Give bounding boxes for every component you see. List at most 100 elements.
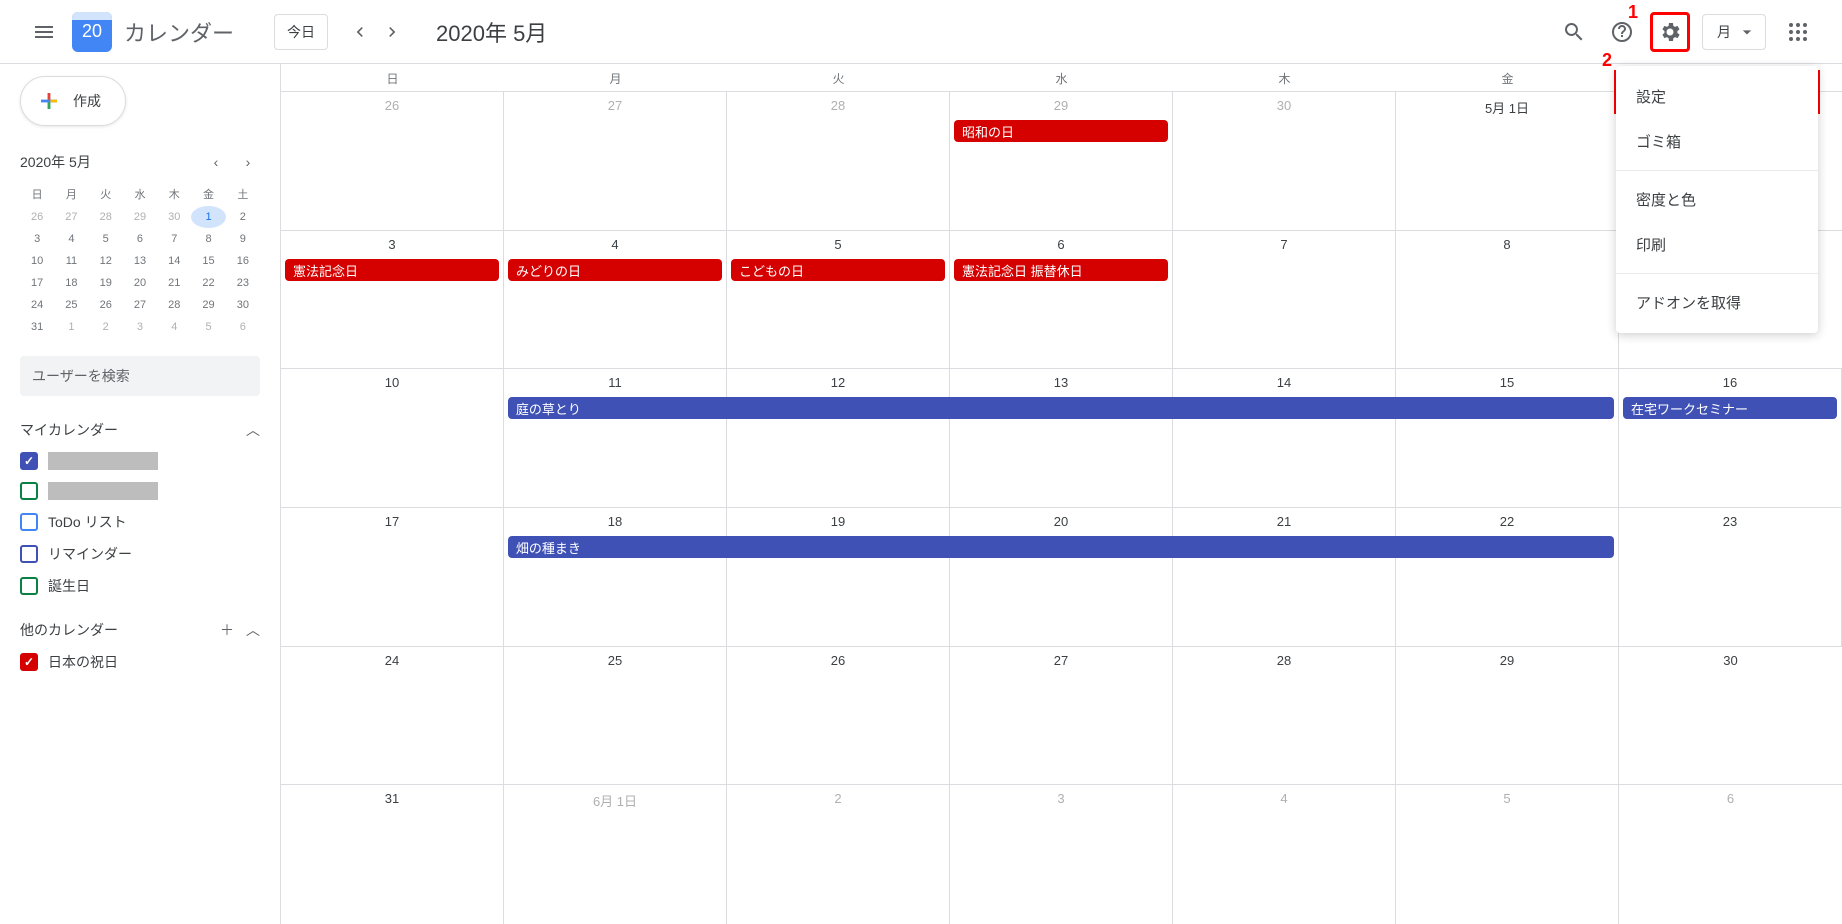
day-cell[interactable]: 27	[504, 92, 727, 230]
calendar-item-user1[interactable]	[20, 452, 260, 470]
calendar-logo-icon: 20	[72, 12, 112, 52]
day-cell[interactable]: 17	[281, 508, 504, 646]
app-name: カレンダー	[124, 16, 234, 48]
mini-cal-title: 2020年 5月	[20, 152, 91, 172]
event-seminar[interactable]: 在宅ワークセミナー	[1623, 397, 1837, 419]
mini-next-button[interactable]: ›	[236, 150, 260, 174]
day-cell[interactable]: 4	[1173, 785, 1396, 924]
plus-icon	[37, 89, 61, 113]
redacted-name	[48, 482, 158, 500]
day-cell[interactable]: 23	[1619, 508, 1842, 646]
day-cell[interactable]: 18	[504, 508, 727, 646]
day-cell[interactable]: 29	[1396, 647, 1619, 785]
day-cell[interactable]: 13	[950, 369, 1173, 507]
week-row: 31 6月 1日 2 3 4 5 6	[281, 785, 1842, 924]
menu-item-trash[interactable]: ゴミ箱	[1616, 119, 1818, 164]
help-icon	[1610, 20, 1634, 44]
my-calendars-header[interactable]: マイカレンダー ︿	[20, 420, 260, 440]
menu-item-settings[interactable]: 設定	[1616, 74, 1818, 119]
search-button[interactable]	[1554, 12, 1594, 52]
gear-icon	[1658, 20, 1682, 44]
event-gardening[interactable]: 庭の草とり	[508, 397, 1615, 419]
day-cell[interactable]: 5月 1日	[1396, 92, 1619, 230]
calendar-item-birthday[interactable]: 誕生日	[20, 576, 260, 596]
settings-button[interactable]	[1650, 12, 1690, 52]
checkbox-icon[interactable]	[20, 513, 38, 531]
checkbox-icon[interactable]	[20, 482, 38, 500]
day-cell[interactable]: 26	[281, 92, 504, 230]
google-apps-button[interactable]	[1778, 12, 1818, 52]
calendar-item-jp-holiday[interactable]: 日本の祝日	[20, 652, 260, 672]
day-cell[interactable]: 27	[950, 647, 1173, 785]
checkbox-icon[interactable]	[20, 577, 38, 595]
day-cell[interactable]: 3 憲法記念日	[281, 231, 504, 369]
day-cell[interactable]: 3	[950, 785, 1173, 924]
current-date-label: 2020年 5月	[436, 16, 547, 48]
menu-item-density[interactable]: 密度と色	[1616, 177, 1818, 222]
day-cell[interactable]: 24	[281, 647, 504, 785]
week-row: 26 27 28 29 昭和の日 30 5月 1日 2	[281, 92, 1842, 231]
event-holiday[interactable]: 憲法記念日	[285, 259, 499, 281]
menu-item-addons[interactable]: アドオンを取得	[1616, 280, 1818, 325]
annotation-1: 1	[1628, 2, 1638, 23]
add-calendar-button[interactable]: ＋	[220, 620, 234, 640]
chevron-right-icon	[382, 22, 402, 42]
mini-prev-button[interactable]: ‹	[204, 150, 228, 174]
event-seeding[interactable]: 畑の種まき	[508, 536, 1615, 558]
day-cell[interactable]: 6月 1日	[504, 785, 727, 924]
day-cell[interactable]: 28	[727, 92, 950, 230]
next-month-button[interactable]	[376, 16, 408, 48]
day-cell[interactable]: 25	[504, 647, 727, 785]
prev-month-button[interactable]	[344, 16, 376, 48]
day-cell[interactable]: 28	[1173, 647, 1396, 785]
checkbox-icon[interactable]	[20, 452, 38, 470]
day-cell[interactable]: 11	[504, 369, 727, 507]
my-calendars-list: ToDo リスト リマインダー 誕生日	[20, 452, 260, 596]
day-cell[interactable]: 7	[1173, 231, 1396, 369]
week-row: 10 11 12 13 14 15 16 在宅ワークセミナー 庭の草とり	[281, 369, 1842, 508]
day-cell[interactable]: 22	[1396, 508, 1619, 646]
create-button[interactable]: 作成	[20, 76, 126, 126]
other-calendars-header[interactable]: 他のカレンダー ＋︿	[20, 620, 260, 640]
day-cell[interactable]: 30	[1173, 92, 1396, 230]
mini-calendar[interactable]: 日月火水木金土 262728293012 3456789 10111213141…	[20, 182, 260, 338]
today-button[interactable]: 今日	[274, 14, 328, 50]
day-cell[interactable]: 8	[1396, 231, 1619, 369]
event-holiday[interactable]: みどりの日	[508, 259, 722, 281]
day-cell[interactable]: 12	[727, 369, 950, 507]
day-cell[interactable]: 29 昭和の日	[950, 92, 1173, 230]
day-cell[interactable]: 10	[281, 369, 504, 507]
calendar-item-todo[interactable]: ToDo リスト	[20, 512, 260, 532]
annotation-2: 2	[1602, 50, 1612, 71]
week-row: 17 18 19 20 21 22 23 畑の種まき	[281, 508, 1842, 647]
search-people-input[interactable]: ユーザーを検索	[20, 356, 260, 396]
calendar-item-user2[interactable]	[20, 482, 260, 500]
day-cell[interactable]: 5	[1396, 785, 1619, 924]
day-cell[interactable]: 31	[281, 785, 504, 924]
event-holiday[interactable]: 憲法記念日 振替休日	[954, 259, 1168, 281]
checkbox-icon[interactable]	[20, 653, 38, 671]
day-cell[interactable]: 2	[727, 785, 950, 924]
day-cell[interactable]: 19	[727, 508, 950, 646]
menu-item-print[interactable]: 印刷	[1616, 222, 1818, 267]
caret-down-icon	[1737, 22, 1757, 42]
day-cell[interactable]: 5 こどもの日	[727, 231, 950, 369]
event-holiday[interactable]: こどもの日	[731, 259, 945, 281]
day-cell[interactable]: 14	[1173, 369, 1396, 507]
day-cell[interactable]: 15	[1396, 369, 1619, 507]
settings-dropdown-menu: 設定 ゴミ箱 密度と色 印刷 アドオンを取得	[1616, 66, 1818, 333]
event-holiday[interactable]: 昭和の日	[954, 120, 1168, 142]
day-cell[interactable]: 16 在宅ワークセミナー	[1619, 369, 1842, 507]
day-cell[interactable]: 6 憲法記念日 振替休日	[950, 231, 1173, 369]
day-cell[interactable]: 4 みどりの日	[504, 231, 727, 369]
day-cell[interactable]: 26	[727, 647, 950, 785]
checkbox-icon[interactable]	[20, 545, 38, 563]
day-cell[interactable]: 30	[1619, 647, 1842, 785]
calendar-item-reminder[interactable]: リマインダー	[20, 544, 260, 564]
view-switcher[interactable]: 月	[1702, 14, 1766, 50]
day-cell[interactable]: 20	[950, 508, 1173, 646]
day-cell[interactable]: 6	[1619, 785, 1842, 924]
day-cell[interactable]: 21	[1173, 508, 1396, 646]
chevron-up-icon: ︿	[246, 420, 260, 440]
main-menu-button[interactable]	[20, 8, 68, 56]
